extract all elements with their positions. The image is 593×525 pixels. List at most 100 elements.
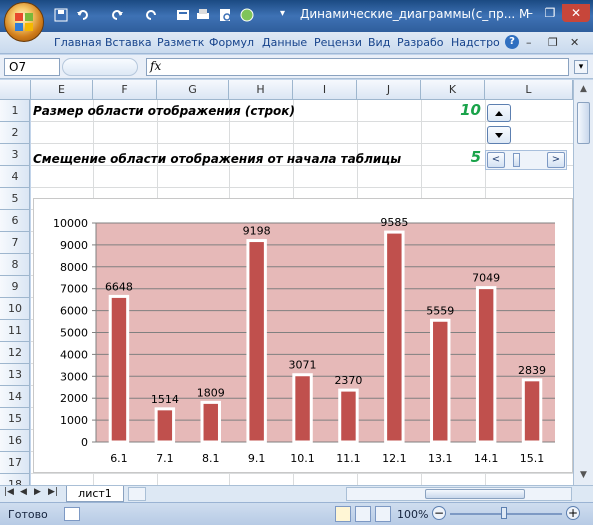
undo-icon[interactable] [110, 8, 124, 22]
fx-icon[interactable]: fx [150, 59, 161, 73]
x-tick-label: 11.1 [336, 452, 361, 465]
spinner-up-button[interactable] [487, 104, 511, 122]
row-header[interactable]: 9 [0, 276, 30, 298]
row-header[interactable]: 3 [0, 144, 30, 166]
tab-review[interactable]: Рецензи [314, 34, 362, 52]
offset-scrollbar[interactable]: < > [485, 150, 567, 170]
zoom-in-icon[interactable]: + [566, 506, 580, 520]
first-sheet-icon[interactable]: |◀ [4, 487, 14, 497]
column-header[interactable]: J [357, 80, 421, 100]
print-icon[interactable] [196, 8, 210, 22]
help-icon[interactable]: ? [505, 35, 519, 49]
row-header[interactable]: 17 [0, 452, 30, 474]
row-header[interactable]: 7 [0, 232, 30, 254]
column-header[interactable]: K [421, 80, 485, 100]
form-icon[interactable] [176, 8, 190, 22]
close-icon[interactable]: ✕ [562, 4, 590, 22]
sheet-tab-bar: |◀ ◀ ▶ ▶| лист1 [0, 485, 593, 502]
data-label: 1514 [151, 393, 179, 406]
row-header[interactable]: 10 [0, 298, 30, 320]
worksheet-grid[interactable]: Размер области отображения (строк) 10 См… [31, 100, 573, 485]
x-tick-label: 6.1 [110, 452, 128, 465]
y-tick-label: 1000 [60, 414, 88, 427]
name-box[interactable]: O7 [4, 58, 60, 76]
row-header[interactable]: 12 [0, 342, 30, 364]
tab-page-layout[interactable]: Разметк [157, 34, 204, 52]
tab-add-ins[interactable]: Надстро [451, 34, 500, 52]
name-box-dropdown[interactable] [62, 58, 138, 76]
sheet-tab[interactable]: лист1 [66, 486, 124, 502]
tab-data[interactable]: Данные [262, 34, 307, 52]
insert-sheet-icon[interactable] [128, 487, 146, 501]
preview-icon[interactable] [218, 8, 232, 22]
tab-developer[interactable]: Разрабо [397, 34, 443, 52]
x-tick-label: 7.1 [156, 452, 174, 465]
next-sheet-icon[interactable]: ▶ [34, 487, 41, 497]
data-label: 7049 [472, 272, 500, 285]
record-icon[interactable] [240, 8, 254, 22]
scroll-right-icon[interactable]: > [547, 152, 565, 168]
row-header[interactable]: 13 [0, 364, 30, 386]
row-header[interactable]: 4 [0, 166, 30, 188]
ribbon-minimize-icon[interactable]: – [526, 34, 532, 52]
row-header[interactable]: 14 [0, 386, 30, 408]
minimize-icon[interactable]: – [520, 4, 540, 22]
column-header[interactable]: I [293, 80, 357, 100]
macro-record-icon[interactable] [64, 507, 80, 521]
row-header[interactable]: 2 [0, 122, 30, 144]
column-header[interactable]: G [157, 80, 229, 100]
row-header[interactable]: 8 [0, 254, 30, 276]
page-break-view-icon[interactable] [375, 506, 391, 522]
last-sheet-icon[interactable]: ▶| [48, 487, 58, 497]
status-bar: Готово 100% − + [0, 502, 593, 525]
row-header[interactable]: 15 [0, 408, 30, 430]
office-button[interactable] [4, 2, 44, 42]
expand-formula-icon[interactable]: ▾ [574, 60, 588, 74]
data-label: 2839 [518, 364, 546, 377]
title-bar: ▾ Динамические_диаграммы(с_пр... M – ❐ ✕ [0, 0, 593, 32]
row-header[interactable]: 6 [0, 210, 30, 232]
column-header[interactable]: L [485, 80, 573, 100]
ribbon-restore-icon[interactable]: ❐ [548, 34, 558, 52]
column-header[interactable]: E [31, 80, 93, 100]
tab-home[interactable]: Главная [54, 34, 102, 52]
bar-chart[interactable]: 0 1000 2000 3000 4000 5000 6000 7000 8000 9000 100… [33, 198, 573, 473]
column-header[interactable]: H [229, 80, 293, 100]
redo-icon[interactable] [144, 8, 158, 22]
tab-formulas[interactable]: Формул [209, 34, 254, 52]
row-header[interactable]: 1 [0, 100, 30, 122]
row3-value[interactable]: 5 [421, 148, 481, 166]
undo-icon[interactable] [76, 8, 90, 22]
customize-qat-icon[interactable]: ▾ [280, 8, 294, 22]
scroll-left-icon[interactable]: < [487, 152, 505, 168]
row1-value[interactable]: 10 [421, 101, 481, 119]
scroll-thumb[interactable] [577, 102, 590, 144]
zoom-level[interactable]: 100% [397, 508, 428, 521]
prev-sheet-icon[interactable]: ◀ [20, 487, 27, 497]
column-header[interactable]: F [93, 80, 157, 100]
horizontal-scrollbar[interactable] [346, 487, 572, 501]
scroll-down-icon[interactable]: ▼ [576, 468, 591, 483]
row-header[interactable]: 11 [0, 320, 30, 342]
zoom-slider-thumb[interactable] [501, 507, 507, 519]
vertical-scrollbar[interactable]: ▲ ▼ [573, 80, 593, 485]
row-header[interactable]: 5 [0, 188, 30, 210]
spinner-down-button[interactable] [487, 126, 511, 144]
tab-insert[interactable]: Вставка [105, 34, 152, 52]
select-all-corner[interactable] [0, 80, 31, 100]
page-layout-view-icon[interactable] [355, 506, 371, 522]
save-icon[interactable] [54, 8, 68, 22]
restore-icon[interactable]: ❐ [540, 4, 560, 22]
y-tick-label: 4000 [60, 348, 88, 361]
tab-view[interactable]: Вид [368, 34, 390, 52]
ribbon-close-icon[interactable]: ✕ [570, 34, 579, 52]
ribbon-tabs: Главная Вставка Разметк Формул Данные Ре… [0, 32, 593, 54]
row-header[interactable]: 16 [0, 430, 30, 452]
formula-input[interactable] [146, 58, 569, 76]
y-tick-label: 5000 [60, 327, 88, 340]
scroll-up-icon[interactable]: ▲ [576, 82, 591, 97]
scroll-thumb[interactable] [513, 153, 520, 167]
scroll-thumb[interactable] [425, 489, 525, 499]
zoom-out-icon[interactable]: − [432, 506, 446, 520]
normal-view-icon[interactable] [335, 506, 351, 522]
